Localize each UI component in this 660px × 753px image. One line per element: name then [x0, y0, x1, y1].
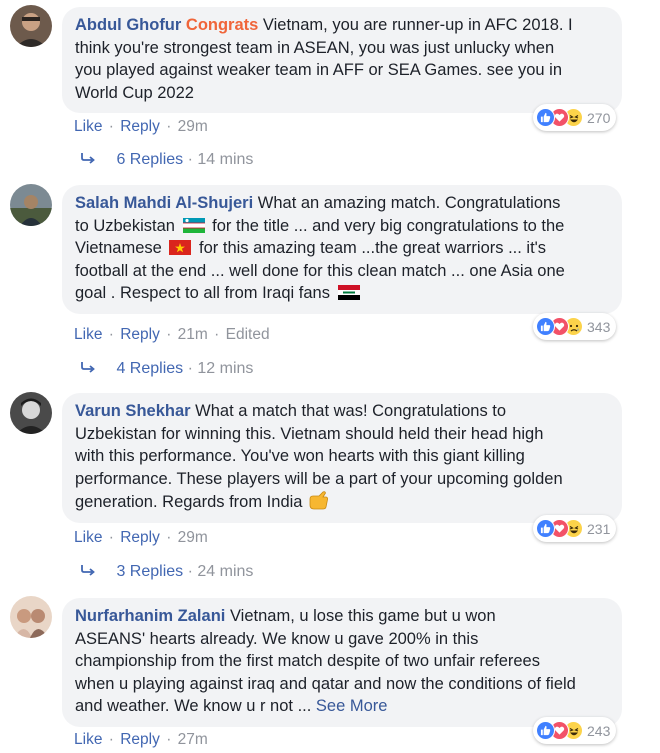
like-link[interactable]: Like: [74, 326, 102, 343]
comment-time[interactable]: 29m: [178, 118, 208, 135]
edited-label[interactable]: Edited: [226, 326, 270, 343]
separator: ·: [214, 326, 220, 343]
avatar[interactable]: [10, 184, 52, 226]
comment-text: generation. Regards from India: [75, 493, 303, 511]
reaction-summary[interactable]: 243: [533, 717, 617, 744]
comment-text: when u playing against iraq and qatar an…: [75, 674, 576, 693]
comment-text: What a match that was! Congratulations t…: [195, 402, 507, 420]
replies-row[interactable]: 6 Replies · 14 mins: [80, 151, 253, 169]
comment-author[interactable]: Abdul Ghofur: [75, 16, 181, 34]
separator: ·: [166, 326, 172, 343]
replies-link[interactable]: 4 Replies: [116, 360, 183, 377]
reply-arrow-icon: [80, 151, 98, 169]
comment-bubble: Abdul Ghofur Congrats Vietnam, you are r…: [62, 7, 622, 113]
avatar[interactable]: [10, 392, 52, 434]
separator: ·: [187, 360, 198, 377]
separator: ·: [166, 118, 172, 135]
comment-time[interactable]: 21m: [178, 326, 208, 343]
reply-link[interactable]: Reply: [120, 118, 160, 135]
reaction-count: 270: [587, 109, 611, 126]
avatar[interactable]: [10, 596, 52, 638]
separator: ·: [108, 731, 114, 748]
comment-text: World Cup 2022: [75, 83, 194, 102]
separator: ·: [108, 326, 114, 343]
comment-text: with this performance. You've won hearts…: [75, 447, 525, 465]
reaction-summary[interactable]: 343: [533, 313, 617, 340]
separator: ·: [187, 151, 198, 168]
like-reaction-icon: [536, 519, 555, 538]
comment-bubble: Varun Shekhar What a match that was! Con…: [62, 393, 622, 523]
reaction-summary[interactable]: 270: [533, 104, 617, 131]
vietnam-flag-icon: [169, 239, 192, 255]
comment-author[interactable]: Salah Mahdi Al-Shujeri: [75, 194, 253, 212]
like-link[interactable]: Like: [74, 731, 102, 748]
replies-row[interactable]: 3 Replies · 24 mins: [80, 563, 253, 581]
comment-bubble: Salah Mahdi Al-Shujeri What an amazing m…: [62, 185, 622, 314]
comment-text: think you're strongest team in ASEAN, yo…: [75, 38, 555, 57]
reply-link[interactable]: Reply: [120, 326, 160, 343]
replies-row[interactable]: 4 Replies · 12 mins: [80, 360, 253, 378]
separator: ·: [108, 118, 114, 135]
comment-actions: Like · Reply · 21m · Edited: [74, 326, 270, 344]
comment-highlight: Congrats: [185, 16, 259, 34]
pointing-hand-icon: [307, 490, 329, 510]
reply-arrow-icon: [80, 563, 98, 581]
comment-text: championship from the first match despit…: [75, 652, 540, 670]
comment-text: for this amazing team ...the great warri…: [199, 239, 547, 257]
comment-text: to Uzbekistan: [75, 216, 175, 235]
separator: ·: [166, 529, 172, 546]
replies-time: 24 mins: [197, 563, 254, 580]
replies-time: 12 mins: [197, 360, 254, 377]
comment-author[interactable]: Varun Shekhar: [75, 402, 191, 420]
reaction-count: 231: [587, 520, 611, 537]
reaction-count: 343: [587, 318, 611, 335]
avatar[interactable]: [10, 5, 52, 47]
comment-text: Vietnam, you are runner-up in AFC 2018. …: [262, 16, 573, 34]
replies-time: 14 mins: [197, 151, 254, 168]
like-reaction-icon: [536, 317, 555, 336]
comment-text: Uzbekistan for winning this. Vietnam sho…: [75, 424, 544, 443]
comment-text: Vietnam, u lose this game but u won: [229, 607, 496, 625]
comment-author[interactable]: Nurfarhanim Zalani: [75, 607, 225, 625]
reply-link[interactable]: Reply: [120, 731, 160, 748]
comment-text: goal . Respect to all from Iraqi fans: [75, 284, 330, 302]
uzbekistan-flag-icon: [182, 217, 205, 233]
like-link[interactable]: Like: [74, 529, 102, 546]
comment-text: What an amazing match. Congratulations: [257, 194, 561, 212]
comment-actions: Like · Reply · 29m: [74, 529, 208, 547]
reply-arrow-icon: [80, 360, 98, 378]
comment-bubble: Nurfarhanim Zalani Vietnam, u lose this …: [62, 598, 622, 727]
replies-link[interactable]: 6 Replies: [116, 151, 183, 168]
comment-text: ASEANS' hearts already. We know u gave 2…: [75, 629, 479, 648]
separator: ·: [108, 529, 114, 546]
comment-text: performance. These players will be a par…: [75, 469, 563, 488]
separator: ·: [166, 731, 172, 748]
reaction-count: 243: [587, 722, 611, 739]
comment-text: for the title ... and very big congratul…: [212, 216, 565, 235]
comment-time[interactable]: 27m: [178, 731, 208, 748]
comment-time[interactable]: 29m: [178, 529, 208, 546]
separator: ·: [187, 563, 198, 580]
reaction-summary[interactable]: 231: [533, 515, 617, 542]
comment-text: Vietnamese: [75, 239, 162, 257]
comment-actions: Like · Reply · 29m: [74, 118, 208, 136]
reply-link[interactable]: Reply: [120, 529, 160, 546]
like-reaction-icon: [536, 721, 555, 740]
see-more-link[interactable]: See More: [316, 697, 388, 715]
iraq-flag-icon: [337, 284, 360, 300]
comment-actions: Like · Reply · 27m: [74, 731, 208, 749]
comment-text: football at the end ... well done for th…: [75, 261, 565, 280]
comment-text: you played against weaker team in AFF or…: [75, 61, 562, 79]
comment-text: and weather. We know u r not ...: [75, 697, 312, 715]
replies-link[interactable]: 3 Replies: [116, 563, 183, 580]
like-link[interactable]: Like: [74, 118, 102, 135]
like-reaction-icon: [536, 108, 555, 127]
